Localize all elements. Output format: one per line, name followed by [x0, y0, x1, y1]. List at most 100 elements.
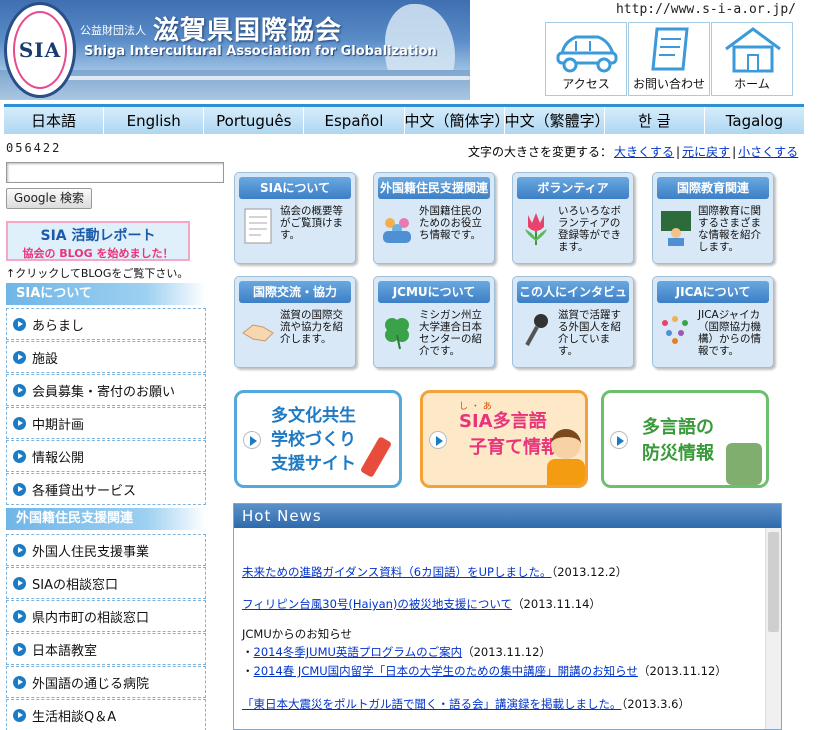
sidebar-item-municipal-consultation[interactable]: 県内市町の相談窓口 — [6, 600, 206, 632]
banner-multicultural-school[interactable]: 多文化共生 学校づくり 支援サイト — [234, 390, 402, 488]
banner-disaster-info[interactable]: 多言語の 防災情報 — [601, 390, 769, 488]
font-reset-link[interactable]: 元に戻す — [682, 145, 730, 159]
car-icon — [546, 23, 628, 75]
arrow-bullet-icon — [13, 416, 26, 430]
tile-about-sia[interactable]: SIAについて 協会の概要等がご覧頂けます。 — [234, 172, 356, 264]
sidebar-item-disclosure[interactable]: 情報公開 — [6, 440, 206, 472]
sidebar-list-about: あらまし 施設 会員募集・寄付のお願い 中期計画 情報公開 各種貸出サービス — [6, 308, 206, 506]
google-search-button[interactable]: Google 検索 — [6, 188, 92, 209]
access-button[interactable]: アクセス — [545, 22, 627, 96]
news-item: フィリピン台風30号(Haiyan)の被災地支援について（2013.11.14） — [242, 597, 601, 611]
news-link[interactable]: フィリピン台風30号(Haiyan)の被災地支援について — [242, 597, 512, 611]
document-icon — [239, 205, 277, 249]
sidebar-item-resident-support[interactable]: 外国人住民支援事業 — [6, 534, 206, 566]
sidebar-section-foreign-residents: 外国籍住民支援関連 — [6, 508, 206, 530]
font-size-controls: 文字の大きさを変更する： 大きくする | 元に戻す | 小さくする — [468, 145, 799, 159]
hot-news-list: 未来ための進路ガイダンス資料（6カ国語）をUPしました。（2013.12.2） … — [234, 528, 767, 729]
arrow-bullet-icon — [13, 642, 26, 656]
lang-korean[interactable]: 한 글 — [604, 107, 705, 134]
sidebar-item-membership[interactable]: 会員募集・寄付のお願い — [6, 374, 206, 406]
news-link[interactable]: 未来ための進路ガイダンス資料（6カ国語）をUPしました。 — [242, 565, 551, 579]
lang-spanish[interactable]: Español — [304, 107, 405, 134]
sidebar-item-facilities[interactable]: 施設 — [6, 341, 206, 373]
visitor-counter: 056422 — [6, 141, 62, 155]
arrow-bullet-icon — [13, 482, 26, 496]
lang-japanese[interactable]: 日本語 — [4, 107, 105, 134]
dots-icon — [657, 309, 695, 353]
tile-volunteer[interactable]: ボランティア いろいろなボランティアの登録等ができます。 — [512, 172, 634, 264]
tile-international-education[interactable]: 国際教育関連 国際教育に関するさまざまな情報を紹介します。 — [652, 172, 774, 264]
child-body-illustration — [547, 459, 585, 485]
teacher-icon — [657, 205, 695, 249]
news-item: 未来ための進路ガイダンス資料（6カ国語）をUPしました。（2013.12.2） — [242, 565, 628, 579]
arrow-circle-icon — [429, 431, 447, 449]
tile-foreign-residents[interactable]: 外国籍住民支援関連 外国籍住民のためのお役立ち情報です。 — [373, 172, 495, 264]
sidebar-item-overview[interactable]: あらまし — [6, 308, 206, 340]
arrow-bullet-icon — [13, 350, 26, 364]
emergency-bag-icon — [726, 443, 762, 485]
arrow-bullet-icon — [13, 543, 26, 557]
home-button[interactable]: ホーム — [711, 22, 793, 96]
news-item: JCMUからのお知らせ — [242, 627, 353, 641]
handshake-icon — [239, 309, 277, 353]
arrow-bullet-icon — [13, 383, 26, 397]
news-item: 「東日本大震災をポルトガル語で聞く・語る会」講演録を掲載しました。（2013.3… — [242, 697, 690, 711]
activity-report-banner[interactable]: SIA 活動レポート 協会の BLOG を始めました！ — [6, 221, 190, 261]
sidebar-item-japanese-class[interactable]: 日本語教室 — [6, 633, 206, 665]
child-illustration — [551, 429, 581, 459]
house-icon — [712, 23, 794, 75]
news-item: ・2014春 JCMU国内留学「日本の大学生のための集中講座」開講のお知らせ（2… — [242, 664, 727, 678]
tile-jica[interactable]: JICAについて JICAジャイカ（国際協力機構）からの情報です。 — [652, 276, 774, 368]
org-name: 滋賀県国際協会 — [153, 16, 343, 46]
news-link[interactable]: 2014冬季JUMU英語プログラムのご案内 — [254, 645, 463, 659]
org-prefix: 公益財団法人 — [80, 24, 146, 37]
crayon-icon — [359, 436, 393, 478]
lang-english[interactable]: English — [104, 107, 205, 134]
tile-exchange-cooperation[interactable]: 国際交流・協力 滋賀の国際交流や協力を紹介します。 — [234, 276, 356, 368]
contact-button[interactable]: お問い合わせ — [628, 22, 710, 96]
tile-interview[interactable]: この人にインタビュー 滋賀で活躍する外国人を紹介しています。 — [512, 276, 634, 368]
arrow-circle-icon — [610, 431, 628, 449]
tile-jcmu[interactable]: JCMUについて ミシガン州立大学連合日本センターの紹介です。 — [373, 276, 495, 368]
news-scrollbar[interactable] — [765, 528, 781, 729]
arrow-bullet-icon — [13, 675, 26, 689]
news-link[interactable]: 2014春 JCMU国内留学「日本の大学生のための集中講座」開講のお知らせ — [254, 664, 638, 678]
news-link[interactable]: 「東日本大震災をポルトガル語で聞く・語る会」講演録を掲載しました。 — [242, 697, 622, 711]
lang-chinese-simplified[interactable]: 中文（簡体字） — [404, 107, 510, 134]
arrow-bullet-icon — [13, 609, 26, 623]
tulip-icon — [517, 205, 555, 249]
font-smaller-link[interactable]: 小さくする — [738, 145, 798, 159]
news-item: ・2014冬季JUMU英語プログラムのご案内（2013.11.12） — [242, 645, 551, 659]
hot-news-panel: Hot News 未来ための進路ガイダンス資料（6カ国語）をUPしました。（20… — [233, 503, 782, 730]
org-name-english: Shiga Intercultural Association for Glob… — [84, 44, 437, 59]
sidebar-item-hospitals[interactable]: 外国語の通じる病院 — [6, 666, 206, 698]
sidebar-item-sia-consultation[interactable]: SIAの相談窓口 — [6, 567, 206, 599]
lang-chinese-traditional[interactable]: 中文（繁體字） — [504, 107, 610, 134]
sidebar-list-foreign-residents: 外国人住民支援事業 SIAの相談窓口 県内市町の相談窓口 日本語教室 外国語の通… — [6, 534, 206, 730]
sidebar-item-life-qa[interactable]: 生活相談Q＆A — [6, 699, 206, 730]
hot-news-title: Hot News — [234, 504, 781, 528]
sidebar-item-midterm-plan[interactable]: 中期計画 — [6, 407, 206, 439]
arrow-bullet-icon — [13, 449, 26, 463]
header-banner[interactable]: SIA 公益財団法人 滋賀県国際協会 Shiga Intercultural A… — [0, 0, 470, 100]
sidebar-section-about: SIAについて — [6, 283, 206, 305]
lang-portuguese[interactable]: Português — [204, 107, 305, 134]
scrollbar-thumb[interactable] — [768, 532, 779, 632]
microphone-icon — [517, 309, 555, 353]
sidebar-item-lending[interactable]: 各種貸出サービス — [6, 473, 206, 505]
report-note: ↑クリックしてBLOGをご覧下さい。 — [6, 267, 189, 280]
arrow-bullet-icon — [13, 317, 26, 331]
document-icon — [629, 23, 711, 75]
people-icon — [378, 205, 416, 249]
sia-logo[interactable]: SIA — [4, 2, 76, 98]
site-url: http://www.s-i-a.or.jp/ — [615, 2, 796, 17]
language-bar: 日本語 English Português Español 中文（簡体字） 中文… — [4, 104, 804, 134]
banner-multilingual-childcare[interactable]: し ・ あ SIA多言語 子育て情報 — [420, 390, 588, 488]
search-input[interactable] — [6, 162, 224, 183]
lang-tagalog[interactable]: Tagalog — [704, 107, 804, 134]
arrow-circle-icon — [243, 431, 261, 449]
arrow-bullet-icon — [13, 576, 26, 590]
clover-icon — [378, 309, 416, 353]
font-larger-link[interactable]: 大きくする — [614, 145, 674, 159]
arrow-bullet-icon — [13, 708, 26, 722]
